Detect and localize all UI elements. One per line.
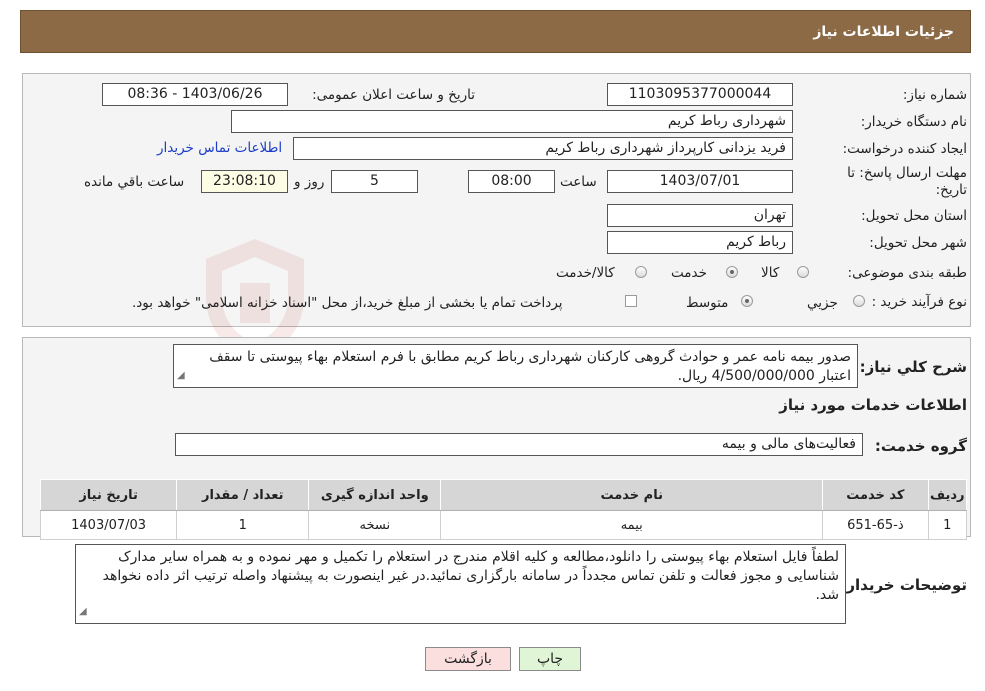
remaining-time-field[interactable]: 23:08:10: [201, 170, 288, 193]
deadline-date-field[interactable]: 1403/07/01: [607, 170, 793, 193]
buyer-org-label: نام دستگاه خریدار:: [860, 114, 967, 130]
province-field[interactable]: تهران: [607, 204, 793, 227]
table-header-row: ردیف کد خدمت نام خدمت واحد اندازه گیری ت…: [39, 479, 968, 511]
deadline-label: مهلت ارسال پاسخ: تا: [847, 165, 967, 181]
process-label: نوع فرآیند خرید :: [871, 294, 967, 310]
resize-grip-icon[interactable]: ◢: [79, 602, 87, 621]
cell-quantity: 1: [176, 510, 310, 540]
process-option-minor: جزیي: [807, 295, 838, 311]
services-section-title: اطلاعات خدمات مورد نیاز: [779, 396, 967, 414]
service-group-label: گروه خدمت:: [874, 437, 967, 455]
page-header: جزئیات اطلاعات نیاز: [20, 10, 971, 53]
city-field[interactable]: رباط کریم: [607, 231, 793, 254]
cell-code: ذ-65-651: [822, 510, 929, 540]
col-name: نام خدمت: [440, 479, 824, 511]
days-label: روز و: [294, 174, 325, 190]
province-label: استان محل تحویل:: [861, 208, 967, 224]
creator-field[interactable]: فرید یزدانی کارپرداز شهرداری رباط کریم: [293, 137, 793, 160]
treasury-checkbox[interactable]: [625, 295, 637, 307]
city-label: شهر محل تحویل:: [869, 235, 967, 251]
category-radio-service[interactable]: [726, 266, 738, 278]
category-option-goods-service: کالا/خدمت: [556, 265, 615, 281]
creator-label: ایجاد کننده درخواست:: [842, 141, 967, 157]
category-option-goods: کالا: [761, 265, 780, 281]
announce-date-label: تاریخ و ساعت اعلان عمومی:: [312, 87, 475, 103]
process-option-medium: متوسط: [686, 295, 729, 311]
remaining-time-label: ساعت باقي مانده: [84, 174, 185, 190]
need-number-field[interactable]: 1103095377000044: [607, 83, 793, 106]
buyer-notes-textarea[interactable]: لطفاً فایل استعلام بهاء پیوستی را دانلود…: [75, 544, 846, 624]
description-text: صدور بیمه نامه عمر و حوادث گروهی کارکنان…: [209, 349, 851, 384]
cell-name: بیمه: [440, 510, 824, 540]
col-row: ردیف: [927, 479, 968, 511]
col-unit: واحد اندازه گیری: [308, 479, 442, 511]
cell-date: 1403/07/03: [39, 510, 178, 540]
days-field[interactable]: 5: [331, 170, 418, 193]
category-radio-goods-service[interactable]: [635, 266, 647, 278]
print-button[interactable]: چاپ: [519, 647, 581, 671]
category-radio-goods[interactable]: [797, 266, 809, 278]
service-group-field[interactable]: فعالیت‌های مالی و بیمه: [175, 433, 863, 456]
category-label: طبقه بندی موضوعی:: [847, 265, 967, 281]
process-radio-medium[interactable]: [741, 295, 753, 307]
description-label: شرح کلي نیاز:: [859, 358, 967, 376]
buyer-org-field[interactable]: شهرداری رباط کریم: [231, 110, 793, 133]
col-code: کد خدمت: [822, 479, 929, 511]
buyer-notes-label: توضیحات خریدار:: [840, 576, 967, 594]
need-number-label: شماره نیاز:: [902, 87, 967, 103]
page-title: جزئیات اطلاعات نیاز: [813, 24, 954, 40]
process-radio-minor[interactable]: [853, 295, 865, 307]
col-date: تاریخ نیاز: [39, 479, 178, 511]
description-textarea[interactable]: صدور بیمه نامه عمر و حوادث گروهی کارکنان…: [173, 344, 858, 388]
deadline-label-date: تاریخ:: [935, 182, 967, 198]
buyer-notes-text: لطفاً فایل استعلام بهاء پیوستی را دانلود…: [102, 549, 839, 603]
back-button[interactable]: بازگشت: [425, 647, 511, 671]
category-option-service: خدمت: [671, 265, 707, 281]
resize-grip-icon[interactable]: ◢: [177, 366, 185, 385]
deadline-time-field[interactable]: 08:00: [468, 170, 555, 193]
table-row: 1 ذ-65-651 بیمه نسخه 1 1403/07/03: [39, 510, 968, 540]
cell-unit: نسخه: [308, 510, 442, 540]
cell-row: 1: [927, 510, 968, 540]
services-table: ردیف کد خدمت نام خدمت واحد اندازه گیری ت…: [39, 479, 968, 540]
treasury-note: پرداخت تمام یا بخشی از مبلغ خرید،از محل …: [132, 295, 563, 311]
buyer-contact-link[interactable]: اطلاعات تماس خریدار: [157, 140, 282, 156]
col-quantity: تعداد / مقدار: [176, 479, 310, 511]
deadline-time-label: ساعت: [560, 174, 597, 190]
announce-date-field[interactable]: 1403/06/26 - 08:36: [102, 83, 288, 106]
